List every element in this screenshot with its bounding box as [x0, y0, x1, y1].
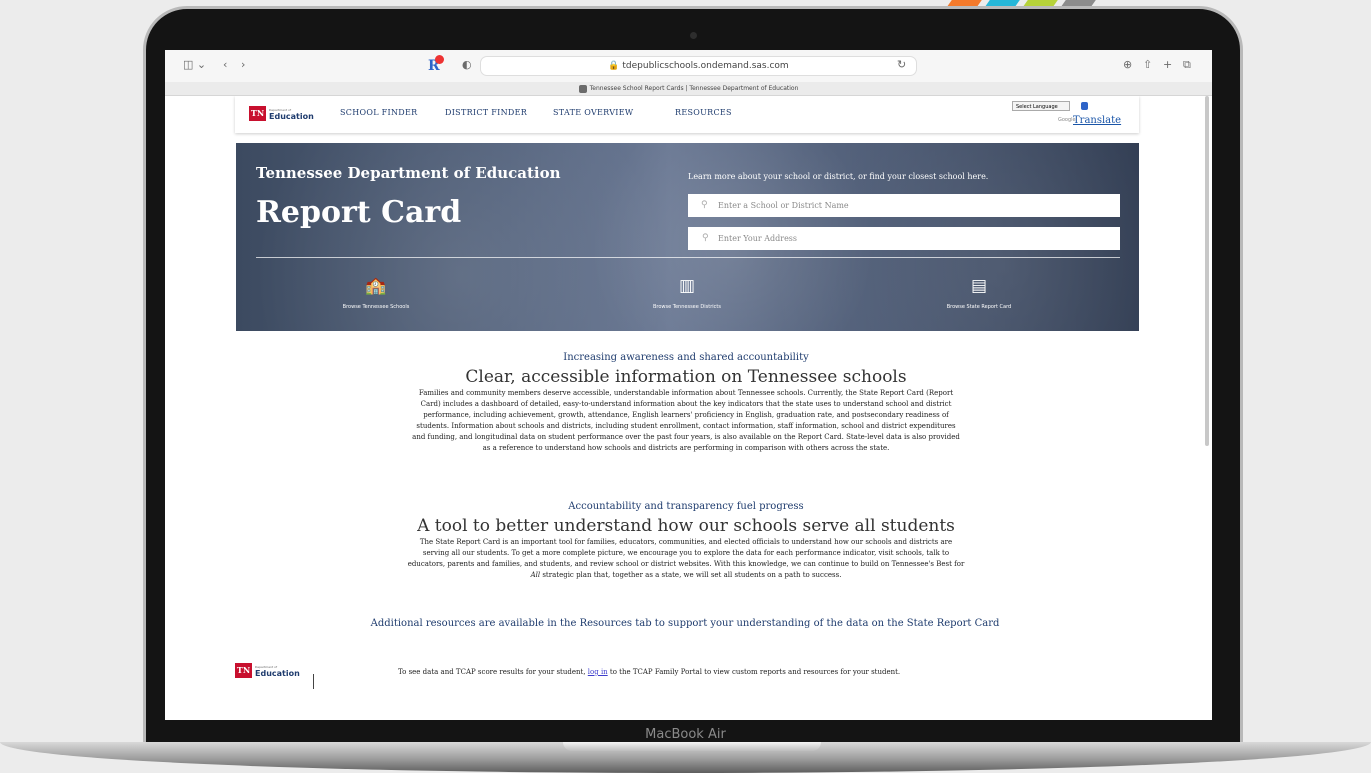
- hero-subtitle: Tennessee Department of Education: [256, 164, 561, 182]
- section1-paragraph: Families and community members deserve a…: [316, 388, 1056, 454]
- search-icon: ⚲: [701, 200, 708, 210]
- search-prompt: Learn more about your school or district…: [688, 172, 989, 181]
- section1-line: performance, including achievement, grow…: [423, 411, 949, 419]
- address-input[interactable]: [688, 227, 1120, 250]
- share-icon[interactable]: ⇧: [1143, 58, 1152, 71]
- nav-school-finder[interactable]: SCHOOL FINDER: [340, 108, 417, 117]
- address-bar[interactable]: 🔒 tdepublicschools.ondemand.sas.com: [480, 56, 917, 76]
- resources-note: Additional resources are available in th…: [370, 618, 1000, 629]
- page-scrollbar[interactable]: [1205, 96, 1209, 446]
- site-header: TN Department of Education SCHOOL FINDER…: [235, 96, 1139, 133]
- state-report-card-icon: ▤: [970, 276, 988, 296]
- browse-state-label: Browse State Report Card: [946, 304, 1012, 310]
- back-icon[interactable]: ‹: [223, 58, 227, 71]
- logo-education-text: Education: [269, 112, 314, 121]
- forward-icon[interactable]: ›: [241, 58, 245, 71]
- section2-paragraph: The State Report Card is an important to…: [316, 537, 1056, 581]
- extension-r-icon[interactable]: R: [428, 55, 444, 74]
- district-building-icon: ▥: [678, 276, 696, 296]
- tcap-family-portal-text: To see data and TCAP score results for y…: [398, 668, 900, 676]
- translate-link[interactable]: Translate: [1073, 115, 1121, 126]
- section1-eyebrow: Increasing awareness and shared accounta…: [563, 352, 809, 363]
- nav-resources[interactable]: RESOURCES: [675, 108, 732, 117]
- section2-line: All strategic plan that, together as a s…: [316, 570, 1056, 581]
- school-search-input[interactable]: [688, 194, 1120, 217]
- nav-state-overview[interactable]: STATE OVERVIEW: [553, 108, 633, 117]
- footer-text-before: To see data and TCAP score results for y…: [398, 668, 588, 676]
- web-page: TN Department of Education SCHOOL FINDER…: [165, 96, 1212, 720]
- device-model-label: MacBook Air: [645, 727, 726, 742]
- section2-eyebrow: Accountability and transparency fuel pro…: [568, 501, 804, 512]
- section-clear-information: Increasing awareness and shared accounta…: [316, 352, 1056, 454]
- nav-district-finder[interactable]: DISTRICT FINDER: [445, 108, 527, 117]
- logo-education-text: Education: [255, 669, 300, 678]
- camera-icon: [690, 32, 697, 39]
- browser-tab[interactable]: Tennessee School Report Cards | Tennesse…: [165, 82, 1212, 96]
- browse-districts-label: Browse Tennessee Districts: [652, 304, 721, 310]
- browser-toolbar: ◫ ⌄ ‹ › R ◐ 🔒 tdepublicschools.ondemand.…: [165, 50, 1212, 82]
- lock-icon: 🔒: [608, 61, 623, 71]
- tn-logo-mark: TN: [235, 663, 252, 678]
- section2-line: The State Report Card is an important to…: [419, 538, 953, 546]
- language-dropdown-icon[interactable]: [1081, 102, 1088, 110]
- page-title: Report Card: [256, 195, 462, 230]
- browse-schools-label: Browse Tennessee Schools: [342, 304, 410, 310]
- tab-favicon-icon: [578, 84, 587, 93]
- section2-line-rest: strategic plan that, together as a state…: [540, 571, 842, 579]
- section1-line: as a reference to understand how schools…: [482, 444, 890, 452]
- section1-line: students. Information about schools and …: [416, 422, 956, 430]
- school-building-icon: 🏫: [365, 276, 387, 296]
- tab-overview-icon[interactable]: ⧉: [1183, 58, 1191, 72]
- footer-divider: [313, 674, 314, 689]
- hero-banner: Tennessee Department of Education Report…: [236, 143, 1139, 331]
- section1-line: and funding, and longitudinal data on st…: [412, 433, 960, 441]
- section2-line: serving all our students. To get a more …: [422, 549, 950, 557]
- tn-logo-mark: TN: [249, 106, 266, 121]
- privacy-shield-icon[interactable]: ◐: [462, 58, 472, 71]
- footer-text-after: to the TCAP Family Portal to view custom…: [607, 668, 901, 676]
- tab-title: Tennessee School Report Cards | Tennesse…: [589, 85, 799, 92]
- reload-icon[interactable]: ↻: [897, 58, 906, 71]
- notification-dot: [435, 55, 444, 64]
- section1-heading: Clear, accessible information on Tenness…: [465, 367, 907, 387]
- laptop-screen: ◫ ⌄ ‹ › R ◐ 🔒 tdepublicschools.ondemand.…: [165, 50, 1212, 720]
- url-text: tdepublicschools.ondemand.sas.com: [622, 61, 789, 71]
- section2-line: educators, parents and families, and stu…: [407, 560, 965, 568]
- section-tool-understanding: Accountability and transparency fuel pro…: [316, 501, 1056, 581]
- new-tab-icon[interactable]: +: [1163, 58, 1172, 71]
- login-link[interactable]: log in: [588, 668, 608, 676]
- browse-state-button[interactable]: ▤ Browse State Report Card: [909, 276, 1049, 310]
- download-icon[interactable]: ⊕: [1123, 58, 1132, 71]
- tn-education-logo[interactable]: TN Department of Education: [249, 106, 319, 122]
- language-select[interactable]: Select Language: [1012, 101, 1070, 111]
- browse-districts-button[interactable]: ▥ Browse Tennessee Districts: [617, 276, 757, 310]
- laptop-notch: [563, 742, 821, 751]
- footer-logo[interactable]: TN Department of Education: [235, 663, 305, 679]
- hero-divider: [256, 257, 1120, 258]
- section2-heading: A tool to better understand how our scho…: [417, 516, 955, 536]
- sidebar-toggle-icon[interactable]: ◫ ⌄: [183, 58, 206, 71]
- section1-line: Families and community members deserve a…: [418, 389, 954, 397]
- best-for-all-italic: All: [530, 571, 541, 579]
- location-pin-icon: ⚲: [702, 233, 709, 243]
- browse-schools-button[interactable]: 🏫 Browse Tennessee Schools: [306, 276, 446, 310]
- section1-line: Card) includes a dashboard of detailed, …: [420, 400, 952, 408]
